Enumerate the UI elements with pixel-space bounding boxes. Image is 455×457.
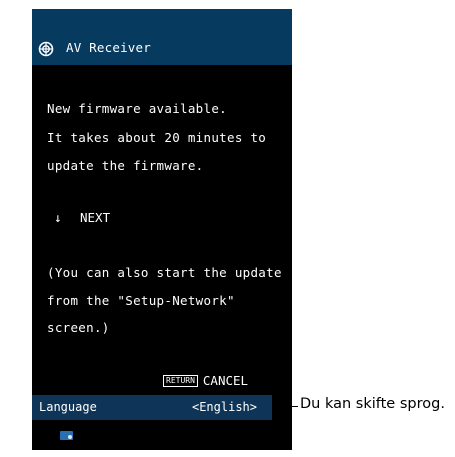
cancel-button[interactable]: RETURN CANCEL bbox=[163, 373, 248, 388]
next-button[interactable]: ↓ NEXT bbox=[54, 210, 110, 225]
next-label: NEXT bbox=[80, 210, 111, 225]
callout-annotation: Du kan skifte sprog. bbox=[300, 396, 445, 412]
message-line-3: update the firmware. bbox=[47, 158, 204, 173]
network-icon bbox=[60, 431, 73, 440]
globe-icon bbox=[38, 41, 54, 57]
title-bar: AV Receiver bbox=[32, 9, 292, 65]
receiver-screen: AV Receiver New firmware available. It t… bbox=[32, 9, 292, 450]
language-selector[interactable]: Language <English> bbox=[32, 395, 272, 420]
note-line-2: from the "Setup-Network" bbox=[47, 293, 235, 308]
callout-leader-line bbox=[274, 406, 298, 407]
app-title: AV Receiver bbox=[66, 40, 151, 55]
cancel-label: CANCEL bbox=[202, 373, 249, 388]
message-line-1: New firmware available. bbox=[47, 101, 227, 116]
language-value: <English> bbox=[191, 400, 257, 414]
note-line-1: (You can also start the update bbox=[47, 265, 282, 280]
return-key-icon: RETURN bbox=[163, 375, 198, 387]
language-label: Language bbox=[39, 400, 97, 414]
down-arrow-icon: ↓ bbox=[54, 210, 62, 225]
message-line-2: It takes about 20 minutes to bbox=[47, 130, 267, 145]
note-line-3: screen.) bbox=[47, 320, 110, 335]
